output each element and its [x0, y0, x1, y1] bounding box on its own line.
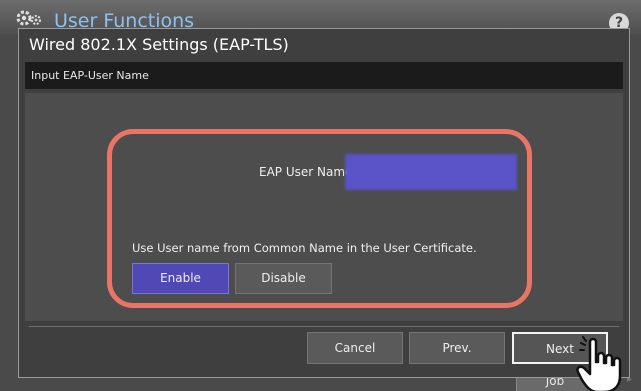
gear-icon: [16, 10, 41, 26]
hand-pointer-icon: [576, 336, 622, 391]
app-screen: User Functions ? Job ▸ Wired 802.1X Sett…: [0, 0, 641, 391]
dialog-title: Wired 802.1X Settings (EAP-TLS): [29, 35, 289, 54]
highlight-callout: [107, 129, 532, 308]
instruction-text: Input EAP-User Name: [31, 69, 149, 82]
instruction-bar: Input EAP-User Name: [25, 62, 623, 89]
footer-divider: [29, 326, 619, 327]
cancel-button[interactable]: Cancel: [307, 332, 403, 364]
prev-button[interactable]: Prev.: [409, 332, 505, 364]
